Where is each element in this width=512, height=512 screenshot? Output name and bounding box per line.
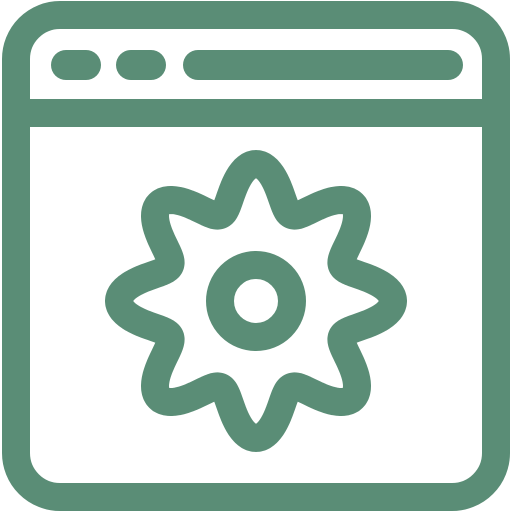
gear-icon: [105, 150, 407, 452]
icon-canvas: [0, 0, 512, 512]
gear-hub: [206, 251, 306, 351]
browser-settings-icon: [2, 1, 510, 511]
gear-outline: [105, 150, 407, 452]
